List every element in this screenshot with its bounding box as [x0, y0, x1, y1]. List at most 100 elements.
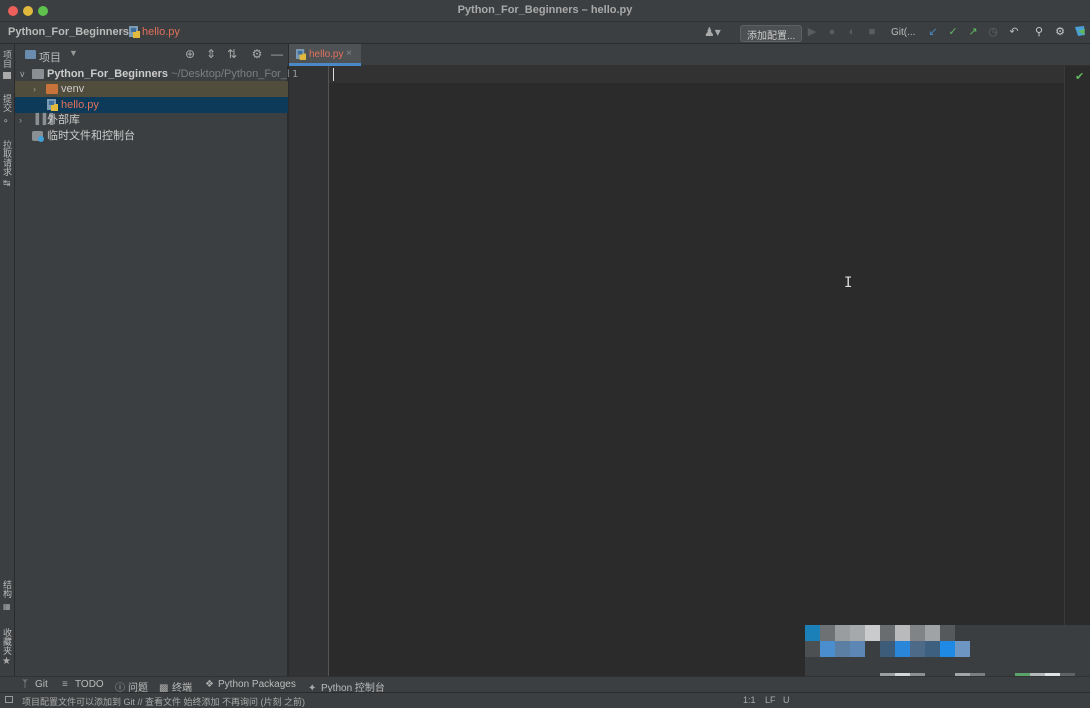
pixel: [940, 625, 955, 641]
collapse-all-icon[interactable]: ⇅: [225, 47, 239, 61]
tool-tab-pull-requests[interactable]: 拉取请求: [1, 140, 14, 176]
user-account-icon[interactable]: ♟▾: [704, 25, 726, 41]
project-panel-title[interactable]: 项目: [39, 49, 61, 65]
project-view-icon: [25, 50, 36, 59]
tree-row-external-libraries[interactable]: › ▐▐▐ 外部库: [15, 112, 288, 128]
project-folder-icon: [3, 72, 11, 79]
tool-tab-commit[interactable]: 提交: [1, 94, 14, 112]
pixel: [805, 641, 820, 657]
git-push-icon[interactable]: ↗: [966, 25, 980, 39]
git-history-icon[interactable]: ◷: [986, 25, 1000, 39]
tool-tab-structure[interactable]: 结构: [1, 580, 14, 598]
git-branch-label[interactable]: Git(...: [891, 27, 915, 38]
current-line-highlight: [329, 66, 1064, 83]
run-icon[interactable]: ▶: [805, 25, 819, 39]
structure-icon: ▦: [3, 602, 11, 611]
project-root-name: Python_For_Beginners: [47, 68, 169, 80]
pixel: [835, 641, 850, 657]
git-commit-icon[interactable]: ✓: [946, 25, 960, 39]
navigation-bar: Python_For_Beginners › hello.py ♟▾ 添加配置.…: [0, 22, 1090, 44]
pixel: [880, 625, 895, 641]
settings-icon[interactable]: ⚙: [1053, 25, 1067, 39]
status-bar: 项目配置文件可以添加到 Git // 查看文件 始终添加 不再询问 (片刻 之前…: [0, 692, 1090, 708]
tool-button-git[interactable]: ᛉ Git: [22, 679, 48, 690]
error-stripe: [1064, 66, 1090, 626]
rollback-icon[interactable]: ↶: [1007, 25, 1021, 39]
pixel: [925, 641, 940, 657]
tool-tab-project[interactable]: 项目: [1, 50, 14, 68]
python-file-icon: [296, 49, 306, 60]
scratches-label: 临时文件和控制台: [47, 130, 135, 142]
hello-py-label: hello.py: [61, 99, 99, 111]
tool-button-python-packages[interactable]: ❖ Python Packages: [205, 679, 296, 690]
caret-position[interactable]: 1:1: [743, 695, 756, 705]
git-update-icon[interactable]: ↙: [926, 25, 940, 39]
project-root-path: ~/Desktop/Python_For_Be: [171, 68, 301, 80]
editor-area: hello.py × 1 ✔ I: [289, 44, 1090, 676]
line-separator[interactable]: LF: [765, 695, 776, 705]
pixel: [895, 625, 910, 641]
scratches-badge-icon: [38, 136, 44, 142]
expand-all-icon[interactable]: ⇕: [204, 47, 218, 61]
text-caret: [333, 68, 334, 81]
tree-row-hello-py[interactable]: hello.py: [15, 97, 288, 113]
code-text-area[interactable]: [330, 83, 1064, 676]
commit-icon: ⚬: [2, 116, 10, 126]
pixel: [910, 625, 925, 641]
add-configuration-button[interactable]: 添加配置...: [740, 25, 803, 42]
editor-tab-bar: hello.py ×: [289, 44, 1090, 66]
breadcrumb-project[interactable]: Python_For_Beginners: [8, 26, 129, 38]
packages-icon: ❖: [205, 679, 214, 690]
pixel: [850, 641, 865, 657]
hide-panel-icon[interactable]: —: [270, 47, 284, 61]
python-file-icon: [129, 26, 140, 38]
stop-icon[interactable]: ■: [865, 25, 879, 39]
tool-button-todo[interactable]: ≡ TODO: [62, 679, 104, 690]
pixel: [940, 641, 955, 657]
view-dropdown-chevron-icon[interactable]: ▼: [69, 48, 78, 58]
pixel: [925, 625, 940, 641]
pixel: [895, 641, 910, 657]
debug-icon[interactable]: ●: [825, 25, 839, 39]
python-file-icon: [47, 99, 58, 111]
file-encoding[interactable]: U: [783, 695, 790, 705]
tree-row-project-root[interactable]: ∨ Python_For_Beginners ~/Desktop/Python_…: [15, 66, 300, 82]
tree-row-venv[interactable]: › venv: [15, 81, 288, 97]
select-opened-file-icon[interactable]: ⊕: [183, 47, 197, 61]
folder-icon: [32, 69, 44, 79]
line-number-gutter: 1: [289, 66, 329, 676]
tab-hello-py[interactable]: hello.py ×: [289, 44, 361, 66]
pull-request-icon: ↹: [3, 178, 11, 188]
panel-options-gear-icon[interactable]: ⚙: [250, 47, 264, 61]
left-tool-strip: 项目 提交 ⚬ 拉取请求 ↹ 结构 ▦ 收藏夹 ★: [0, 44, 15, 676]
tab-close-icon[interactable]: ×: [346, 48, 352, 59]
breadcrumb-file[interactable]: hello.py: [142, 26, 180, 38]
pixel: [850, 625, 865, 641]
venv-label: venv: [61, 83, 85, 95]
project-tool-window: 项目 ▼ ⊕ ⇕ ⇅ ⚙ — ∨ Python_For_Beginners ~/…: [15, 44, 300, 676]
coverage-icon[interactable]: ◐: [845, 25, 859, 39]
title-bar: Python_For_Beginners – hello.py: [0, 0, 1090, 22]
expanded-chevron-icon[interactable]: ∨: [19, 66, 26, 82]
collapsed-chevron-icon[interactable]: ›: [19, 112, 22, 128]
search-icon[interactable]: ⚲: [1032, 25, 1046, 39]
tool-tab-favorites[interactable]: 收藏夹: [1, 628, 14, 655]
pixel: [955, 641, 970, 657]
favorites-star-icon: ★: [2, 656, 11, 667]
line-number: 1: [292, 69, 299, 80]
inspection-ok-check-icon[interactable]: ✔: [1075, 70, 1084, 83]
pixel: [820, 641, 835, 657]
collapsed-chevron-icon[interactable]: ›: [33, 81, 36, 97]
status-message[interactable]: 项目配置文件可以添加到 Git // 查看文件 始终添加 不再询问 (片刻 之前…: [22, 695, 305, 708]
bottom-tool-strip: ᛉ Git ≡ TODO ⓘ 问题 ▩ 终端 ❖ Python Packages ✦ Pyt…: [0, 676, 1090, 694]
tab-label: hello.py: [309, 49, 344, 60]
pixel: [880, 641, 895, 657]
pixel: [865, 641, 880, 657]
project-panel-header: 项目 ▼ ⊕ ⇕ ⇅ ⚙ —: [15, 44, 288, 66]
breadcrumb-separator: ›: [121, 25, 125, 37]
pixel: [865, 625, 880, 641]
pixel: [910, 641, 925, 657]
toggle-tool-windows-icon[interactable]: [5, 696, 13, 703]
tree-row-scratches[interactable]: 临时文件和控制台: [15, 128, 288, 144]
jetbrains-toolbox-icon[interactable]: [1073, 25, 1087, 39]
